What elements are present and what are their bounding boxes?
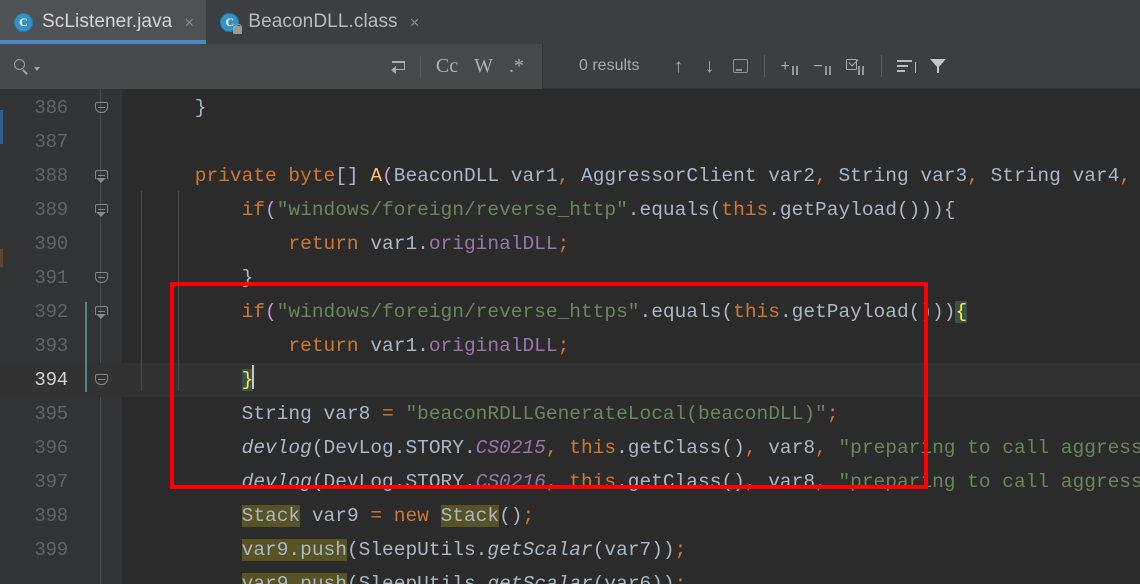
open-in-editor-icon[interactable] [726,51,754,81]
fold-marker[interactable] [92,91,110,125]
results-count-label: 0 results [579,57,640,74]
find-toolbar: Cc W .* 0 results ↑ ↓ + − [0,44,1140,89]
editor-tab-sclistener[interactable]: C ScListener.java × [0,0,207,44]
editor-tab-close-icon[interactable]: × [407,14,420,31]
toolbar-separator [764,55,766,77]
line-number: 399 [34,539,68,561]
gutter-line-398[interactable]: 398 [0,499,122,533]
occurrence-highlight: var9.push [241,539,347,561]
add-occurrence-icon[interactable]: + [775,51,805,81]
editor-tab-close-icon[interactable]: × [181,14,194,31]
fold-marker[interactable] [92,261,110,295]
gutter-line-397[interactable]: 397 [0,465,122,499]
multiline-toggle-icon[interactable] [385,52,413,82]
code-line-395: String var8 = "beaconRDLLGenerateLocal(b… [148,403,839,425]
line-number: 397 [34,471,68,493]
line-number: 390 [34,233,68,255]
code-line-399: var9.push(SleepUtils.getScalar(var7)); [241,539,687,561]
editor-tab-label: ScListener.java [42,11,173,32]
fold-marker[interactable] [92,193,110,227]
filter-funnel-icon[interactable] [924,51,952,81]
fold-marker[interactable] [92,295,110,329]
search-input[interactable] [40,58,385,75]
gutter-line-395[interactable]: 395 [0,397,122,431]
indent-guide [141,191,142,391]
line-number: 395 [34,403,68,425]
code-line-392: if("windows/foreign/reverse_https".equal… [148,301,968,323]
find-actions: 0 results ↑ ↓ + − [543,44,1140,88]
gutter-line-390[interactable]: 390 [0,227,122,261]
code-text-area[interactable]: } private byte[] A(BeaconDLL var1, Aggre… [122,89,1140,584]
code-line-388: private byte[] A(BeaconDLL var1, Aggress… [148,165,1132,187]
code-line-398: Stack var9 = new Stack(); [241,505,535,527]
occurrence-highlight: Stack [241,505,301,527]
find-next-button[interactable]: ↓ [695,51,723,81]
gutter-line-396[interactable]: 396 [0,431,122,465]
gutter-line-388[interactable]: 388 [0,159,122,193]
search-icon[interactable] [14,59,40,75]
line-number: 396 [34,437,68,459]
current-line-highlight [122,363,1140,397]
remove-occurrence-icon[interactable]: − [808,51,838,81]
line-number: 387 [34,131,68,153]
line-number-current: 394 [34,369,68,391]
words-toggle[interactable]: W [466,52,501,82]
line-number: 391 [34,267,68,289]
code-line-391: } [148,267,254,289]
regex-toggle[interactable]: .* [501,52,532,82]
code-line-389: if("windows/foreign/reverse_http".equals… [148,199,956,221]
gutter-line-394[interactable]: 394 [0,363,122,397]
ide-window: C ScListener.java × C BeaconDLL.class × [0,0,1140,584]
java-class-icon: C [14,12,33,32]
line-number: 389 [34,199,68,221]
text-caret [252,365,255,389]
occurrence-highlight: var9.push [241,573,347,584]
code-editor[interactable]: 386 387 388 389 390 391 392 393 394 395 … [0,89,1140,584]
editor-tab-beacondll[interactable]: C BeaconDLL.class × [206,0,431,44]
line-number: 398 [34,505,68,527]
fold-marker[interactable] [92,363,110,397]
code-line-386: } [148,97,207,119]
code-line-397: devlog(DevLog.STORY.CS0216, this.getClas… [148,471,1140,493]
gutter-line-387[interactable]: 387 [0,125,122,159]
search-field-container[interactable]: Cc W .* [0,44,543,89]
editor-gutter[interactable]: 386 387 388 389 390 391 392 393 394 395 … [0,89,122,584]
brace-match-highlight: { [955,301,968,323]
code-line-393: return var1.originalDLL; [148,335,570,357]
editor-tab-bar: C ScListener.java × C BeaconDLL.class × [0,0,1140,44]
gutter-line-386[interactable]: 386 [0,91,122,125]
toolbar-separator [881,55,883,77]
match-case-toggle[interactable]: Cc [428,52,466,82]
code-block-bracket-indicator [85,302,87,392]
gutter-line-399[interactable]: 399 [0,533,122,567]
gutter-line-389[interactable]: 389 [0,193,122,227]
toolbar-separator [419,55,421,78]
gutter-line-392[interactable]: 392 [0,295,122,329]
results-list-icon[interactable] [892,51,921,81]
select-all-occurrences-icon[interactable] [841,51,871,81]
line-number: 392 [34,301,68,323]
line-number: 393 [34,335,68,357]
java-class-locked-icon: C [220,12,243,34]
find-previous-button[interactable]: ↑ [664,51,692,81]
gutter-line-393[interactable]: 393 [0,329,122,363]
occurrence-highlight: Stack [440,505,500,527]
code-line-390: return var1.originalDLL; [148,233,570,255]
line-number: 388 [34,165,68,187]
code-line-396: devlog(DevLog.STORY.CS0215, this.getClas… [148,437,1140,459]
gutter-line-391[interactable]: 391 [0,261,122,295]
code-line-400: var9.push(SleepUtils.getScalar(var6)); [148,567,686,584]
editor-tab-label: BeaconDLL.class [248,11,398,32]
line-number: 386 [34,97,68,119]
code-line-394: } [148,363,255,397]
fold-marker[interactable] [92,159,110,193]
